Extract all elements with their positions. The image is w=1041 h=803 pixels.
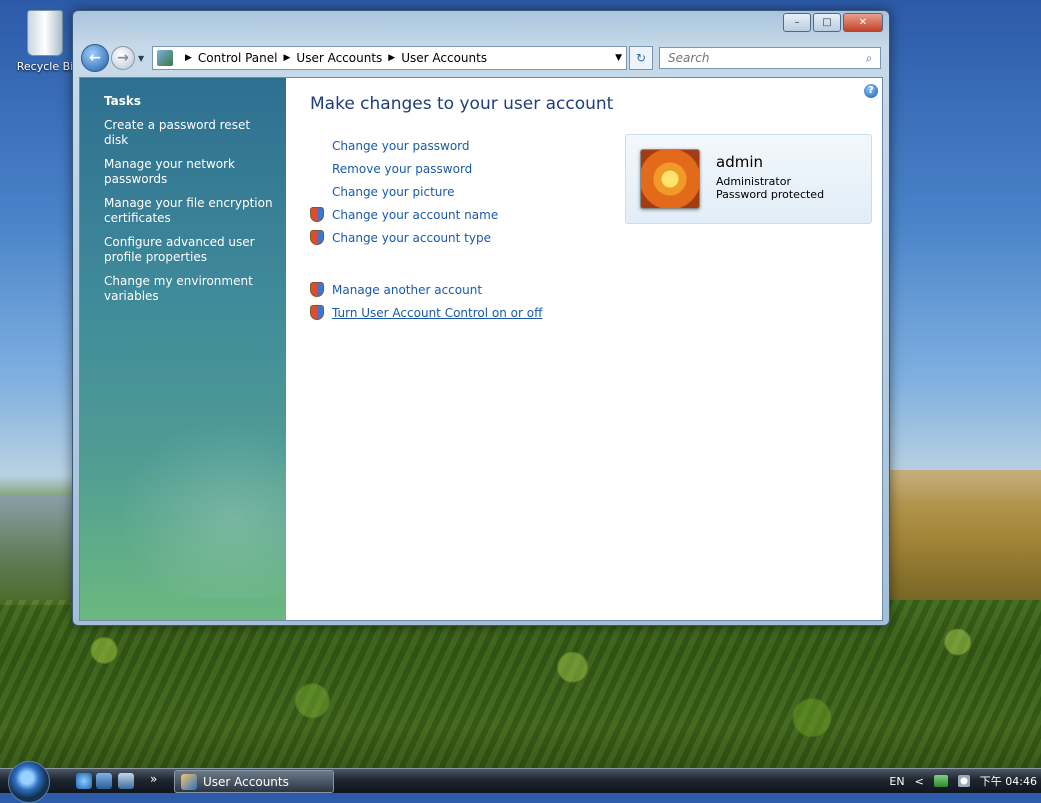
network-icon[interactable]	[933, 775, 948, 787]
user-role: Administrator	[716, 175, 791, 188]
task-change-environment-variables[interactable]: Change my environment variables	[104, 274, 274, 304]
recycle-bin-label: Recycle Bi	[16, 60, 74, 73]
user-name: admin	[716, 153, 763, 171]
breadcrumb-control-panel[interactable]: Control Panel	[198, 51, 278, 65]
recent-pages-dropdown[interactable]: ▼	[138, 54, 148, 63]
client-area: Tasks Create a password reset disk Manag…	[79, 77, 883, 621]
breadcrumb-separator-icon[interactable]: ▶	[388, 53, 395, 63]
address-dropdown-icon[interactable]: ▼	[615, 53, 622, 63]
search-input[interactable]	[666, 50, 858, 66]
uac-shield-icon	[310, 305, 324, 320]
link-change-password[interactable]: Change your password	[310, 134, 542, 157]
recycle-bin-icon[interactable]	[27, 10, 63, 56]
link-change-account-name[interactable]: Change your account name	[310, 203, 542, 226]
control-panel-icon	[157, 50, 173, 66]
search-box[interactable]: ⌕	[659, 47, 881, 69]
recycle-bin[interactable]: Recycle Bi	[10, 10, 80, 73]
link-change-picture[interactable]: Change your picture	[310, 180, 542, 203]
search-icon[interactable]: ⌕	[858, 51, 880, 66]
close-button[interactable]: ✕	[843, 13, 883, 32]
internet-explorer-icon[interactable]	[76, 773, 92, 789]
switch-windows-icon[interactable]	[118, 773, 134, 789]
system-tray: EN < 下午 04:46	[889, 769, 1041, 793]
link-manage-another-account[interactable]: Manage another account	[310, 278, 542, 301]
back-arrow-icon: ←	[89, 50, 101, 66]
breadcrumb-user-accounts[interactable]: User Accounts	[296, 51, 382, 65]
avatar	[640, 149, 700, 209]
task-manage-file-encryption-certificates[interactable]: Manage your file encryption certificates	[104, 196, 274, 226]
user-password-status: Password protected	[716, 188, 825, 201]
task-manage-network-passwords[interactable]: Manage your network passwords	[104, 157, 274, 187]
breadcrumb-separator-icon[interactable]: ▶	[284, 53, 291, 63]
show-desktop-icon[interactable]	[96, 773, 112, 789]
forward-arrow-icon: →	[117, 50, 129, 66]
breadcrumb: ▶ Control Panel ▶ User Accounts ▶ User A…	[179, 51, 487, 65]
account-actions: Change your password Remove your passwor…	[310, 134, 542, 324]
desktop-background-lake	[0, 495, 80, 605]
refresh-button[interactable]: ↻	[629, 46, 653, 70]
link-remove-password[interactable]: Remove your password	[310, 157, 542, 180]
link-turn-uac-on-off[interactable]: Turn User Account Control on or off	[310, 301, 542, 324]
tasks-pane: Tasks Create a password reset disk Manag…	[80, 78, 290, 620]
taskbar: » User Accounts EN < 下午 04:46	[0, 761, 1041, 803]
breadcrumb-separator-icon[interactable]: ▶	[185, 53, 192, 63]
tray-expand-icon[interactable]: <	[915, 775, 924, 788]
clock[interactable]: 下午 04:46	[980, 773, 1037, 789]
language-indicator[interactable]: EN	[889, 775, 904, 788]
breadcrumb-user-accounts-current[interactable]: User Accounts	[401, 51, 487, 65]
start-button[interactable]	[8, 761, 50, 803]
uac-shield-icon	[310, 230, 324, 245]
window-controls: – □ ✕	[783, 13, 883, 32]
tasks-title: Tasks	[104, 94, 142, 108]
uac-shield-icon	[310, 207, 324, 222]
taskbar-button-user-accounts[interactable]: User Accounts	[174, 770, 334, 793]
maximize-button[interactable]: □	[813, 13, 841, 32]
uac-shield-icon	[310, 282, 324, 297]
help-icon[interactable]: ?	[864, 84, 878, 98]
link-change-account-type[interactable]: Change your account type	[310, 226, 542, 249]
page-title: Make changes to your user account	[310, 94, 614, 114]
refresh-icon: ↻	[635, 51, 647, 65]
minimize-button[interactable]: –	[783, 13, 811, 32]
user-account-card: admin Administrator Password protected	[625, 134, 872, 224]
taskbar-button-label: User Accounts	[203, 774, 289, 789]
forward-button[interactable]: →	[111, 46, 135, 70]
volume-icon[interactable]	[957, 775, 970, 787]
desktop-background-dunes	[880, 470, 1041, 600]
task-configure-advanced-profile-properties[interactable]: Configure advanced user profile properti…	[104, 235, 274, 265]
back-button[interactable]: ←	[81, 44, 109, 72]
user-accounts-icon	[181, 773, 197, 790]
main-content: ? Make changes to your user account Chan…	[286, 78, 882, 620]
task-list: Create a password reset disk Manage your…	[104, 118, 274, 313]
navigation-bar: ← → ▼ ▶ Control Panel ▶ User Accounts ▶ …	[81, 44, 881, 72]
user-accounts-window: – □ ✕ ← → ▼ ▶ Control Panel ▶ User Accou…	[72, 10, 890, 626]
task-create-password-reset-disk[interactable]: Create a password reset disk	[104, 118, 274, 148]
address-bar[interactable]: ▶ Control Panel ▶ User Accounts ▶ User A…	[152, 46, 627, 70]
sidebar-decoration	[100, 398, 290, 598]
quick-launch-chevron-icon[interactable]: »	[150, 772, 157, 786]
